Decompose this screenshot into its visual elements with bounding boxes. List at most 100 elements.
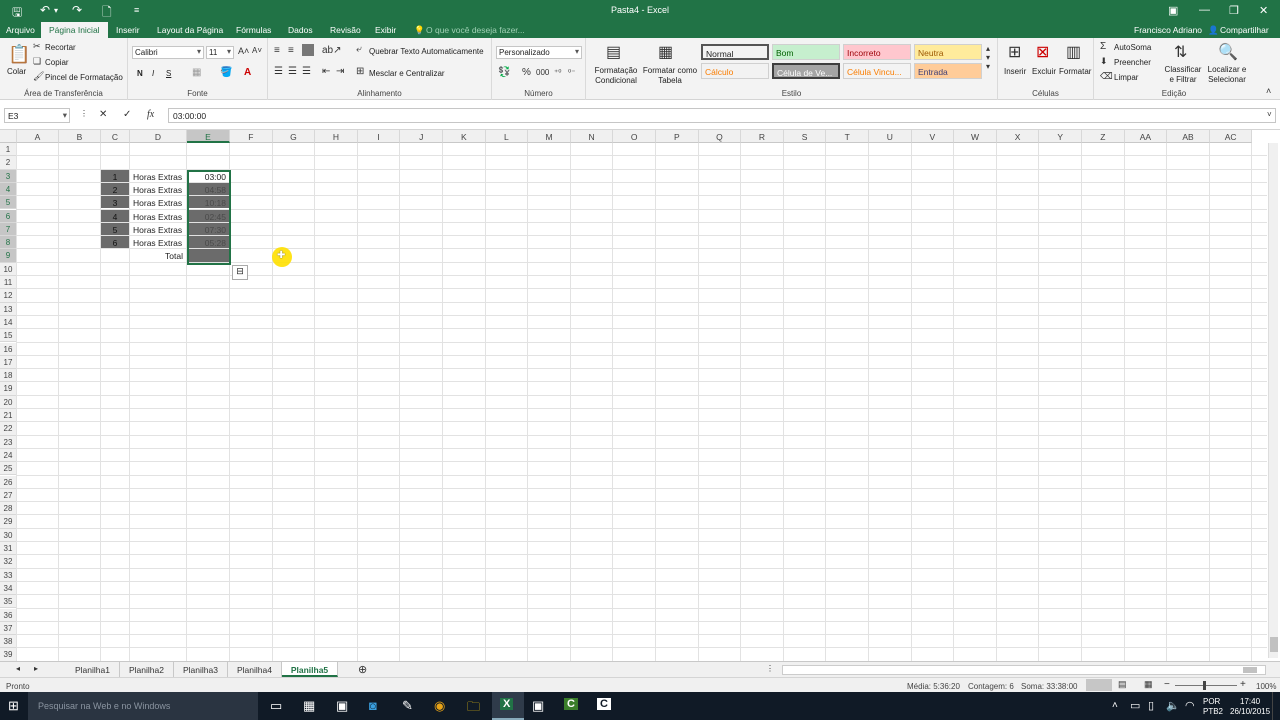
row-header-24[interactable]: 24 xyxy=(0,448,17,463)
cut-button[interactable]: Recortar xyxy=(45,43,76,52)
column-header-g[interactable]: G xyxy=(272,130,316,143)
label-cell[interactable]: Horas Extras xyxy=(130,236,186,248)
zoom-out-icon[interactable]: − xyxy=(1164,679,1170,690)
row-header-4[interactable]: 4 xyxy=(0,182,17,197)
row-header-12[interactable]: 12 xyxy=(0,289,17,303)
sheet-tab-planilha1[interactable]: Planilha1 xyxy=(66,662,120,677)
align-bottom-icon[interactable] xyxy=(302,44,314,56)
style-entrada[interactable]: Entrada xyxy=(914,63,982,79)
share-button[interactable]: Compartilhar xyxy=(1220,25,1269,35)
copy-button[interactable]: Copiar xyxy=(45,58,69,67)
styles-scroll-icon[interactable]: ▴ ▾ ▾ xyxy=(986,44,990,71)
share-icon[interactable]: 👤 xyxy=(1208,25,1219,36)
insert-button[interactable]: Inserir xyxy=(1004,67,1026,76)
column-header-y[interactable]: Y xyxy=(1039,130,1082,143)
style-calculo[interactable]: Cálculo xyxy=(701,63,769,79)
column-header-ab[interactable]: AB xyxy=(1167,130,1210,143)
item-number-cell[interactable]: 2 xyxy=(101,182,129,196)
align-center-icon[interactable]: ☰ xyxy=(288,66,297,77)
language-primary[interactable]: POR xyxy=(1203,697,1220,706)
row-header-6[interactable]: 6 xyxy=(0,209,17,223)
camera-app-icon[interactable]: ◙ xyxy=(369,698,377,713)
clear-button[interactable]: Limpar xyxy=(1114,73,1138,82)
row-header-17[interactable]: 17 xyxy=(0,355,17,370)
row-header-13[interactable]: 13 xyxy=(0,302,17,316)
enter-icon[interactable]: ✓ xyxy=(123,109,131,120)
tab-formulas[interactable]: Fórmulas xyxy=(236,25,271,35)
italic-button[interactable]: I xyxy=(152,69,154,78)
style-normal[interactable]: Normal xyxy=(701,44,769,60)
column-header-m[interactable]: M xyxy=(528,130,571,143)
tray-chevron-icon[interactable]: ˄ xyxy=(1112,700,1118,711)
column-header-q[interactable]: Q xyxy=(698,130,742,143)
row-header-25[interactable]: 25 xyxy=(0,462,17,476)
label-cell[interactable]: Horas Extras xyxy=(130,210,186,222)
total-label-cell[interactable]: Total xyxy=(130,249,186,261)
increase-decimal-icon[interactable]: ⁺⁰ xyxy=(554,68,561,77)
recorder-icon[interactable]: C xyxy=(597,698,611,710)
font-color-icon[interactable]: A xyxy=(244,67,251,78)
column-header-aa[interactable]: AA xyxy=(1124,130,1168,143)
formula-input[interactable]: 03:00:00 xyxy=(168,108,1276,123)
row-header-32[interactable]: 32 xyxy=(0,555,17,569)
network-icon[interactable]: ▭ xyxy=(1130,699,1140,712)
row-header-27[interactable]: 27 xyxy=(0,488,17,503)
column-header-k[interactable]: K xyxy=(443,130,486,143)
item-number-cell[interactable]: 5 xyxy=(101,222,129,236)
column-header-f[interactable]: F xyxy=(230,130,273,143)
row-header-39[interactable]: 39 xyxy=(0,648,17,661)
row-header-14[interactable]: 14 xyxy=(0,315,17,330)
decrease-decimal-icon[interactable]: ⁰⁻ xyxy=(568,68,575,77)
zoom-in-icon[interactable]: + xyxy=(1240,679,1246,690)
row-header-34[interactable]: 34 xyxy=(0,581,17,596)
column-header-b[interactable]: B xyxy=(59,130,101,143)
zoom-slider[interactable] xyxy=(1175,685,1237,686)
item-number-cell[interactable]: 4 xyxy=(101,209,129,222)
row-header-30[interactable]: 30 xyxy=(0,528,17,542)
row-header-3[interactable]: 3 xyxy=(0,169,17,183)
normal-view-icon[interactable] xyxy=(1086,679,1112,691)
paste-icon[interactable]: 📋 xyxy=(8,44,30,65)
find-select-button[interactable]: Localizar e Selecionar xyxy=(1204,65,1250,85)
format-painter-button[interactable]: Pincel de Formatação xyxy=(45,73,123,82)
file-explorer-icon[interactable]: 🗀 xyxy=(467,698,480,720)
shrink-font-icon[interactable]: A˅ xyxy=(252,46,262,55)
task-view-icon[interactable]: ▭ xyxy=(270,698,282,714)
row-header-11[interactable]: 11 xyxy=(0,276,17,290)
volume-icon[interactable]: 🔈 xyxy=(1166,699,1180,712)
page-layout-icon[interactable]: ▤ xyxy=(1118,679,1127,690)
collapse-ribbon-icon[interactable]: ˄ xyxy=(1266,86,1271,96)
clock-time[interactable]: 17:40 xyxy=(1240,697,1260,706)
sort-filter-button[interactable]: Classificar e Filtrar xyxy=(1164,65,1202,85)
grow-font-icon[interactable]: A˄ xyxy=(238,46,249,56)
orientation-icon[interactable]: ab↗ xyxy=(322,45,342,56)
sheet-tab-planilha4[interactable]: Planilha4 xyxy=(228,662,282,677)
tab-layout[interactable]: Layout da Página xyxy=(157,25,223,35)
percent-icon[interactable]: % xyxy=(522,67,531,78)
row-header-28[interactable]: 28 xyxy=(0,502,17,516)
zoom-slider-thumb[interactable] xyxy=(1203,681,1206,690)
label-cell[interactable]: Horas Extras xyxy=(130,196,186,208)
autosum-button[interactable]: AutoSoma xyxy=(1114,43,1151,52)
vertical-scrollbar[interactable] xyxy=(1268,143,1278,658)
column-header-a[interactable]: A xyxy=(17,130,59,143)
currency-icon[interactable]: 💱 xyxy=(498,67,510,78)
tab-dados[interactable]: Dados xyxy=(288,25,313,35)
expand-formula-icon[interactable]: ˅ xyxy=(1267,110,1272,119)
row-header-23[interactable]: 23 xyxy=(0,435,17,449)
column-header-s[interactable]: S xyxy=(783,130,827,143)
pen-app-icon[interactable]: ✎ xyxy=(402,698,413,714)
row-header-36[interactable]: 36 xyxy=(0,608,17,622)
row-header-21[interactable]: 21 xyxy=(0,409,17,423)
format-table-button[interactable]: Formatar como Tabela xyxy=(642,66,698,86)
align-middle-icon[interactable]: ≡ xyxy=(288,45,294,56)
battery-icon[interactable]: ▯ xyxy=(1148,699,1154,712)
clock-date[interactable]: 26/10/2015 xyxy=(1230,707,1270,716)
show-desktop-button[interactable] xyxy=(1272,692,1278,720)
row-header-37[interactable]: 37 xyxy=(0,621,17,636)
page-break-icon[interactable]: ▦ xyxy=(1144,679,1153,690)
row-header-33[interactable]: 33 xyxy=(0,568,17,582)
column-header-l[interactable]: L xyxy=(485,130,529,143)
row-header-15[interactable]: 15 xyxy=(0,329,17,343)
style-celula-verificacao[interactable]: Célula de Ve... xyxy=(772,63,840,79)
